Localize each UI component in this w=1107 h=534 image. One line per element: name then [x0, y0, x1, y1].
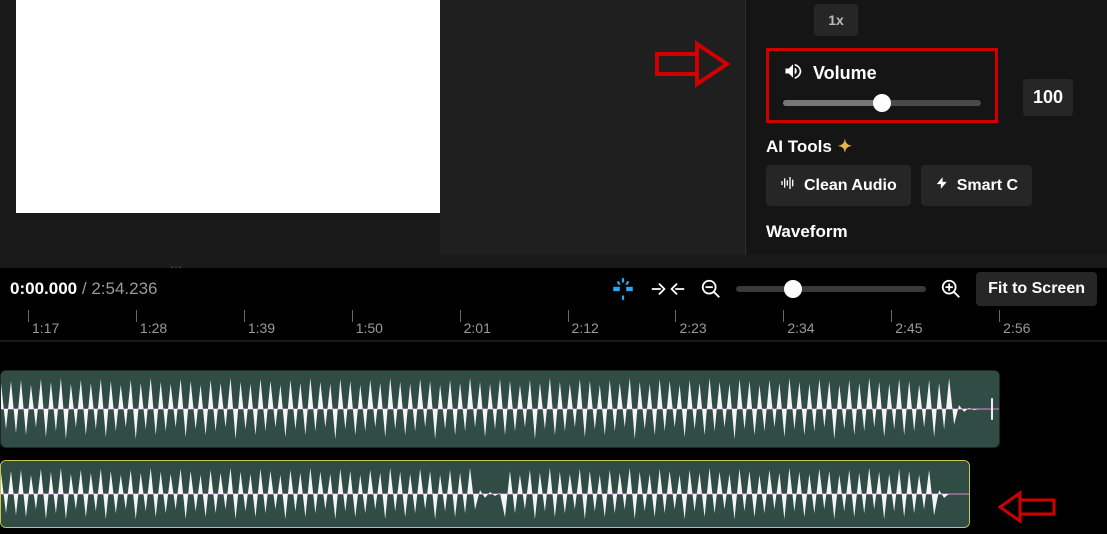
- zoom-out-icon[interactable]: [700, 278, 722, 300]
- audio-clip-1[interactable]: [0, 370, 1000, 448]
- side-panel: 1x Volume 100 AI Tools ✦ Clean Audio: [745, 0, 1107, 255]
- zoom-slider[interactable]: [736, 286, 926, 292]
- zoom-in-icon[interactable]: [940, 278, 962, 300]
- video-preview-pane: [16, 0, 440, 213]
- annotation-arrow: [998, 490, 1058, 524]
- timeline-ruler[interactable]: 1:17 1:28 1:39 1:50 2:01 2:12 2:23 2:34 …: [0, 310, 1107, 340]
- audio-clip-2[interactable]: [0, 460, 970, 528]
- smart-cut-label: Smart C: [957, 177, 1018, 195]
- volume-panel: Volume 100: [766, 48, 998, 123]
- volume-slider[interactable]: [783, 100, 981, 106]
- annotation-arrow: [655, 40, 735, 90]
- timeline-toolbar: 0:00.000 / 2:54.236 Fit to Screen: [0, 268, 1107, 310]
- volume-value: 100: [1023, 79, 1073, 116]
- wave-bars-icon: [780, 175, 796, 196]
- clip-trim-handle[interactable]: [991, 398, 993, 420]
- total-time: 2:54.236: [91, 279, 157, 298]
- fit-to-screen-button[interactable]: Fit to Screen: [976, 272, 1097, 306]
- timeline-tracks: [0, 342, 1107, 534]
- bolt-icon: [935, 175, 949, 196]
- ai-tools-title: AI Tools: [766, 137, 832, 157]
- slow-button[interactable]: [766, 4, 804, 36]
- current-time: 0:00.000: [10, 279, 77, 298]
- volume-label: Volume: [813, 63, 877, 84]
- speed-indicator: 1x: [814, 4, 858, 36]
- waveform-title: Waveform: [766, 222, 848, 242]
- smart-cut-button[interactable]: Smart C: [921, 165, 1032, 206]
- clean-audio-label: Clean Audio: [804, 177, 897, 195]
- sparkle-icon: ✦: [838, 137, 852, 157]
- snap-icon[interactable]: [610, 276, 636, 302]
- clean-audio-button[interactable]: Clean Audio: [766, 165, 911, 206]
- speaker-icon: [783, 61, 803, 86]
- time-display: 0:00.000 / 2:54.236: [10, 279, 158, 299]
- trim-icon[interactable]: [650, 279, 686, 299]
- fast-button[interactable]: [868, 4, 906, 36]
- preview-background: [440, 0, 745, 255]
